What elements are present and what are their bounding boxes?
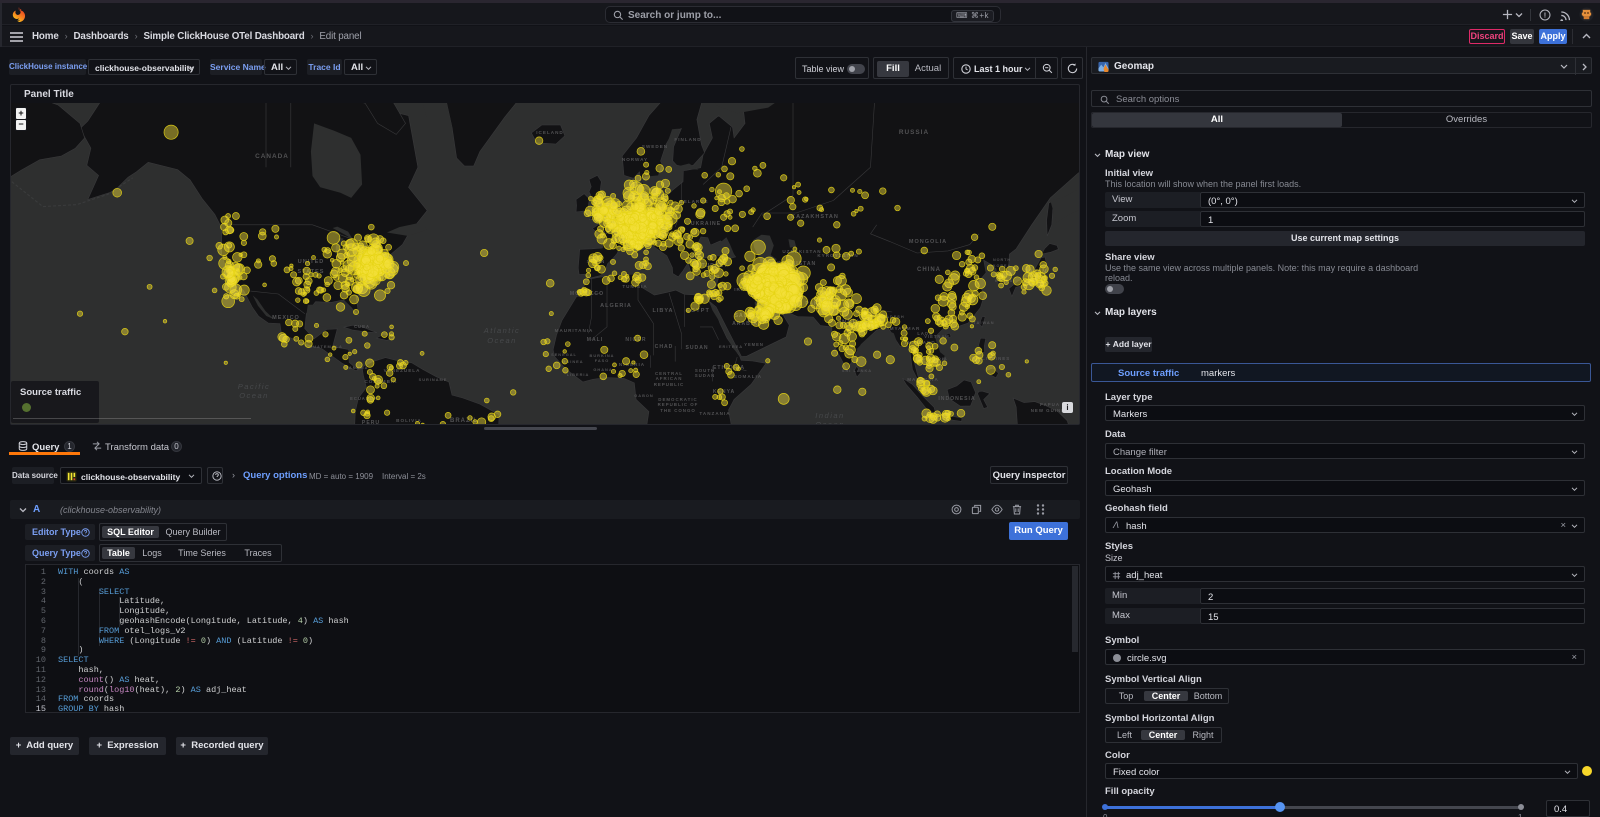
- svg-text:FINLAND: FINLAND: [674, 137, 701, 142]
- svg-text:PERU: PERU: [362, 420, 380, 424]
- svg-text:MONGOLIA: MONGOLIA: [909, 239, 947, 245]
- svg-text:MALI: MALI: [587, 337, 603, 343]
- svg-text:CUBA: CUBA: [354, 324, 370, 329]
- svg-text:GABON: GABON: [634, 393, 653, 398]
- svg-text:Ocean: Ocean: [487, 336, 517, 345]
- svg-text:MAURITANIA: MAURITANIA: [555, 328, 594, 333]
- svg-text:FASO: FASO: [595, 358, 610, 363]
- svg-text:Ocean: Ocean: [815, 420, 845, 424]
- svg-text:YEMEN: YEMEN: [744, 342, 764, 347]
- svg-text:CHAD: CHAD: [655, 344, 674, 350]
- svg-text:SUDAN: SUDAN: [695, 373, 716, 378]
- svg-text:NORTH: NORTH: [993, 258, 1011, 262]
- svg-text:Pacific: Pacific: [238, 382, 271, 391]
- svg-text:NORWAY: NORWAY: [622, 157, 648, 162]
- svg-text:Ocean: Ocean: [239, 391, 269, 400]
- svg-text:SURINAME: SURINAME: [419, 377, 448, 382]
- svg-text:GHANA: GHANA: [593, 367, 612, 372]
- svg-text:SOMALIA: SOMALIA: [734, 374, 762, 379]
- svg-text:TAIWAN: TAIWAN: [973, 320, 994, 325]
- svg-text:CHINA: CHINA: [917, 267, 941, 273]
- svg-text:Indian: Indian: [815, 411, 844, 420]
- svg-text:TANZANIA: TANZANIA: [699, 411, 730, 416]
- svg-text:REPUBLIC OF: REPUBLIC OF: [658, 402, 699, 407]
- svg-text:LIBYA: LIBYA: [653, 308, 674, 314]
- svg-text:SUDAN: SUDAN: [685, 345, 708, 351]
- svg-text:ICELAND: ICELAND: [536, 130, 563, 135]
- svg-text:ALGERIA: ALGERIA: [600, 303, 632, 309]
- svg-text:SWEDEN: SWEDEN: [642, 144, 668, 149]
- svg-text:LIBERIA: LIBERIA: [567, 372, 590, 377]
- svg-text:PAPUA: PAPUA: [1040, 402, 1060, 407]
- svg-text:Atlantic: Atlantic: [483, 326, 521, 335]
- svg-text:INDONESIA: INDONESIA: [938, 396, 975, 402]
- svg-text:UZBEKISTAN: UZBEKISTAN: [782, 249, 821, 254]
- svg-text:ERITREA: ERITREA: [719, 344, 743, 349]
- svg-text:THE CONGO: THE CONGO: [660, 408, 696, 413]
- svg-text:REPUBLIC: REPUBLIC: [654, 382, 684, 387]
- svg-text:KAZAKHSTAN: KAZAKHSTAN: [791, 214, 839, 220]
- svg-text:UKRAINE: UKRAINE: [691, 221, 721, 227]
- svg-text:!: !: [1544, 11, 1546, 20]
- svg-text:GUATEMALA: GUATEMALA: [309, 344, 343, 349]
- svg-text:AFRICAN: AFRICAN: [656, 376, 683, 381]
- svg-text:RUSSIA: RUSSIA: [899, 129, 929, 136]
- svg-text:UNITED: UNITED: [298, 259, 324, 265]
- svg-text:CANADA: CANADA: [255, 153, 289, 160]
